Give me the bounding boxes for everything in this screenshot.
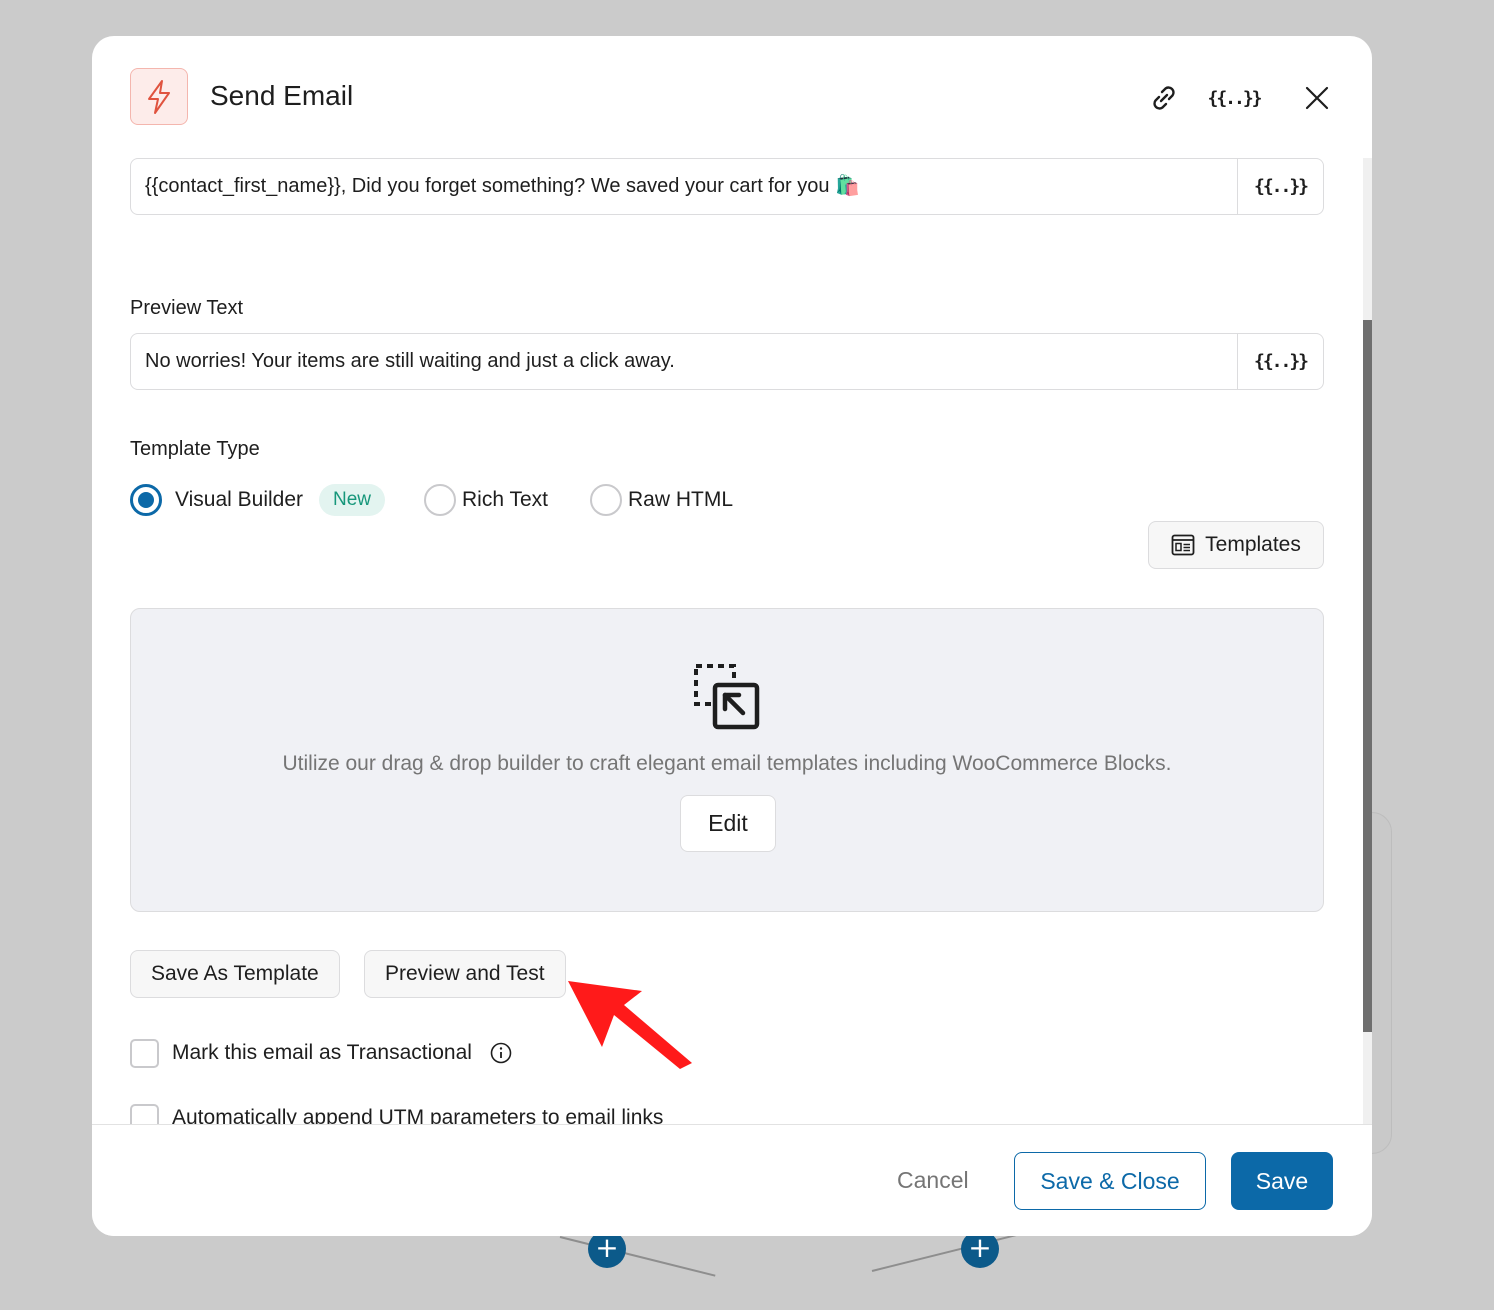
templates-button[interactable]: Templates xyxy=(1148,521,1324,569)
radio-label-raw-html[interactable]: Raw HTML xyxy=(628,488,733,512)
modal-content: {{contact_first_name}}, Did you forget s… xyxy=(92,158,1362,1124)
drag-drop-builder-icon xyxy=(694,664,760,730)
preview-and-test-button[interactable]: Preview and Test xyxy=(364,950,566,998)
radio-raw-html[interactable] xyxy=(590,484,622,516)
close-icon[interactable] xyxy=(1299,80,1335,116)
subject-field[interactable]: {{contact_first_name}}, Did you forget s… xyxy=(130,158,1324,215)
background-connector xyxy=(871,1231,1028,1272)
info-icon[interactable] xyxy=(490,1042,512,1064)
radio-label-visual-builder[interactable]: Visual Builder xyxy=(175,488,303,512)
transactional-label[interactable]: Mark this email as Transactional xyxy=(172,1041,472,1065)
utm-checkbox[interactable] xyxy=(130,1104,159,1124)
save-and-close-button[interactable]: Save & Close xyxy=(1014,1152,1206,1210)
merge-tag-icon: {{..}} xyxy=(1253,176,1309,197)
merge-tag-icon[interactable]: {{..}} xyxy=(1207,80,1262,116)
radio-visual-builder[interactable] xyxy=(130,484,162,516)
new-badge: New xyxy=(319,484,386,516)
modal-title: Send Email xyxy=(210,80,354,111)
templates-button-label: Templates xyxy=(1205,533,1301,556)
edit-button[interactable]: Edit xyxy=(680,795,776,852)
preview-text-label: Preview Text xyxy=(130,297,244,319)
utm-label[interactable]: Automatically append UTM parameters to e… xyxy=(172,1106,663,1124)
radio-label-rich-text[interactable]: Rich Text xyxy=(462,488,548,512)
template-list-icon xyxy=(1171,534,1195,556)
visual-builder-panel: Utilize our drag & drop builder to craft… xyxy=(130,608,1324,912)
builder-description: Utilize our drag & drop builder to craft… xyxy=(282,752,1172,775)
subject-input[interactable]: {{contact_first_name}}, Did you forget s… xyxy=(145,159,860,214)
radio-rich-text[interactable] xyxy=(424,484,456,516)
cancel-button[interactable]: Cancel xyxy=(897,1167,969,1194)
modal-header: Send Email {{..}} xyxy=(92,36,1372,158)
background-connector xyxy=(559,1236,716,1277)
link-icon[interactable] xyxy=(1146,80,1182,116)
modal-footer: Cancel Save & Close Save xyxy=(92,1124,1372,1236)
save-as-template-button[interactable]: Save As Template xyxy=(130,950,340,998)
preview-text-merge-tag-button[interactable]: {{..}} xyxy=(1237,334,1323,389)
transactional-checkbox[interactable] xyxy=(130,1039,159,1068)
subject-merge-tag-button[interactable]: {{..}} xyxy=(1237,159,1323,214)
annotation-arrow-icon xyxy=(568,981,692,1069)
template-type-label: Template Type xyxy=(130,438,260,460)
preview-text-input[interactable]: No worries! Your items are still waiting… xyxy=(145,334,675,389)
merge-tag-icon: {{..}} xyxy=(1253,351,1309,372)
scrollbar-thumb[interactable] xyxy=(1363,320,1372,1032)
bolt-icon xyxy=(130,68,188,125)
save-button[interactable]: Save xyxy=(1231,1152,1333,1210)
preview-text-field[interactable]: No worries! Your items are still waiting… xyxy=(130,333,1324,390)
send-email-modal: Send Email {{..}} {{contact_first_name}}… xyxy=(92,36,1372,1236)
